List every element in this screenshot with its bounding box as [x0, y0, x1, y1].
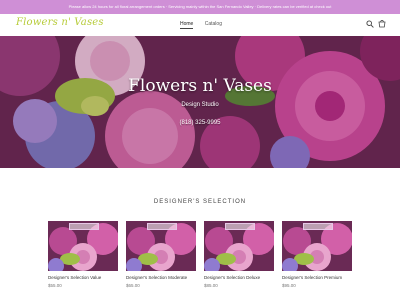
hero-phone: (818) 325-9995 [179, 120, 221, 126]
announcement-bar: Please allow 24 hours for all floral arr… [0, 0, 400, 14]
product-card[interactable]: Designer's Selection Premium $95.00 [282, 221, 352, 288]
hero-title: Flowers n' Vases [128, 76, 272, 96]
product-name[interactable]: Designer's Selection Deluxe [204, 275, 274, 280]
product-card[interactable]: Designer's Selection Moderate $65.00 [126, 221, 196, 288]
product-image[interactable] [48, 221, 118, 271]
product-image[interactable] [126, 221, 196, 271]
main-nav: Home Catalog [180, 21, 232, 29]
nav-home[interactable]: Home [180, 21, 194, 29]
product-image[interactable] [282, 221, 352, 271]
logo[interactable]: Flowers n' Vases [16, 17, 104, 28]
product-card[interactable]: Designer's Selection Deluxe $85.00 [204, 221, 274, 288]
site-header: Flowers n' Vases Home Catalog [0, 14, 400, 36]
product-price: $65.00 [126, 283, 140, 288]
hero-banner: Flowers n' Vases Design Studio (818) 325… [0, 36, 400, 168]
hero-subtitle: Design Studio [181, 102, 219, 108]
product-card[interactable]: Designer's Selection Value $55.00 [48, 221, 118, 288]
header-icons [366, 20, 388, 30]
product-image[interactable] [204, 221, 274, 271]
cart-icon[interactable] [378, 20, 386, 28]
product-price: $55.00 [48, 283, 62, 288]
product-name[interactable]: Designer's Selection Premium [282, 275, 352, 280]
product-price: $95.00 [282, 283, 296, 288]
product-price: $85.00 [204, 283, 218, 288]
nav-catalog[interactable]: Catalog [205, 21, 222, 28]
section-title: DESIGNER'S SELECTION [153, 199, 247, 205]
product-name[interactable]: Designer's Selection Value [48, 275, 118, 280]
search-icon[interactable] [366, 20, 374, 28]
product-name[interactable]: Designer's Selection Moderate [126, 275, 196, 280]
